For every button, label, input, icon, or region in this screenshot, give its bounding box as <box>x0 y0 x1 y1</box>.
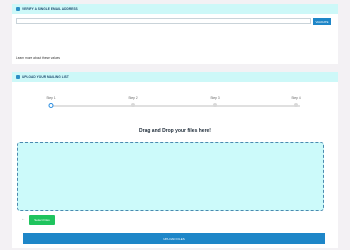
verify-section-header: VERIFY A SINGLE EMAIL ADDRESS <box>12 4 338 14</box>
step-2-label: Step 2 <box>128 96 138 100</box>
checkbox-icon <box>16 7 20 11</box>
upload-files-button[interactable]: UPLOAD FILES <box>23 233 325 244</box>
upload-section-header: UPLOAD YOUR MAILING LIST <box>12 72 338 82</box>
email-input[interactable] <box>16 18 311 24</box>
checkbox-icon <box>16 75 20 79</box>
learn-more-link[interactable]: Learn more about these values <box>16 56 60 60</box>
step-3-label: Step 3 <box>210 96 220 100</box>
progress-track <box>50 105 300 107</box>
file-dropzone[interactable] <box>17 142 324 211</box>
upload-section-title: UPLOAD YOUR MAILING LIST <box>22 75 69 79</box>
verify-section-title: VERIFY A SINGLE EMAIL ADDRESS <box>22 7 78 11</box>
validate-button[interactable]: VALIDATE <box>313 18 331 25</box>
step-3-indicator[interactable] <box>213 103 217 107</box>
step-4-label: Step 4 <box>291 96 301 100</box>
step-2-indicator[interactable] <box>131 103 135 107</box>
select-files-button[interactable]: Select Files <box>29 215 55 225</box>
step-1-indicator[interactable] <box>48 102 54 108</box>
arrow-left-icon: ← <box>21 216 25 221</box>
step-4-indicator[interactable] <box>294 103 298 107</box>
dropzone-title: Drag and Drop your files here! <box>139 128 211 134</box>
step-1-label: Step 1 <box>46 96 56 100</box>
